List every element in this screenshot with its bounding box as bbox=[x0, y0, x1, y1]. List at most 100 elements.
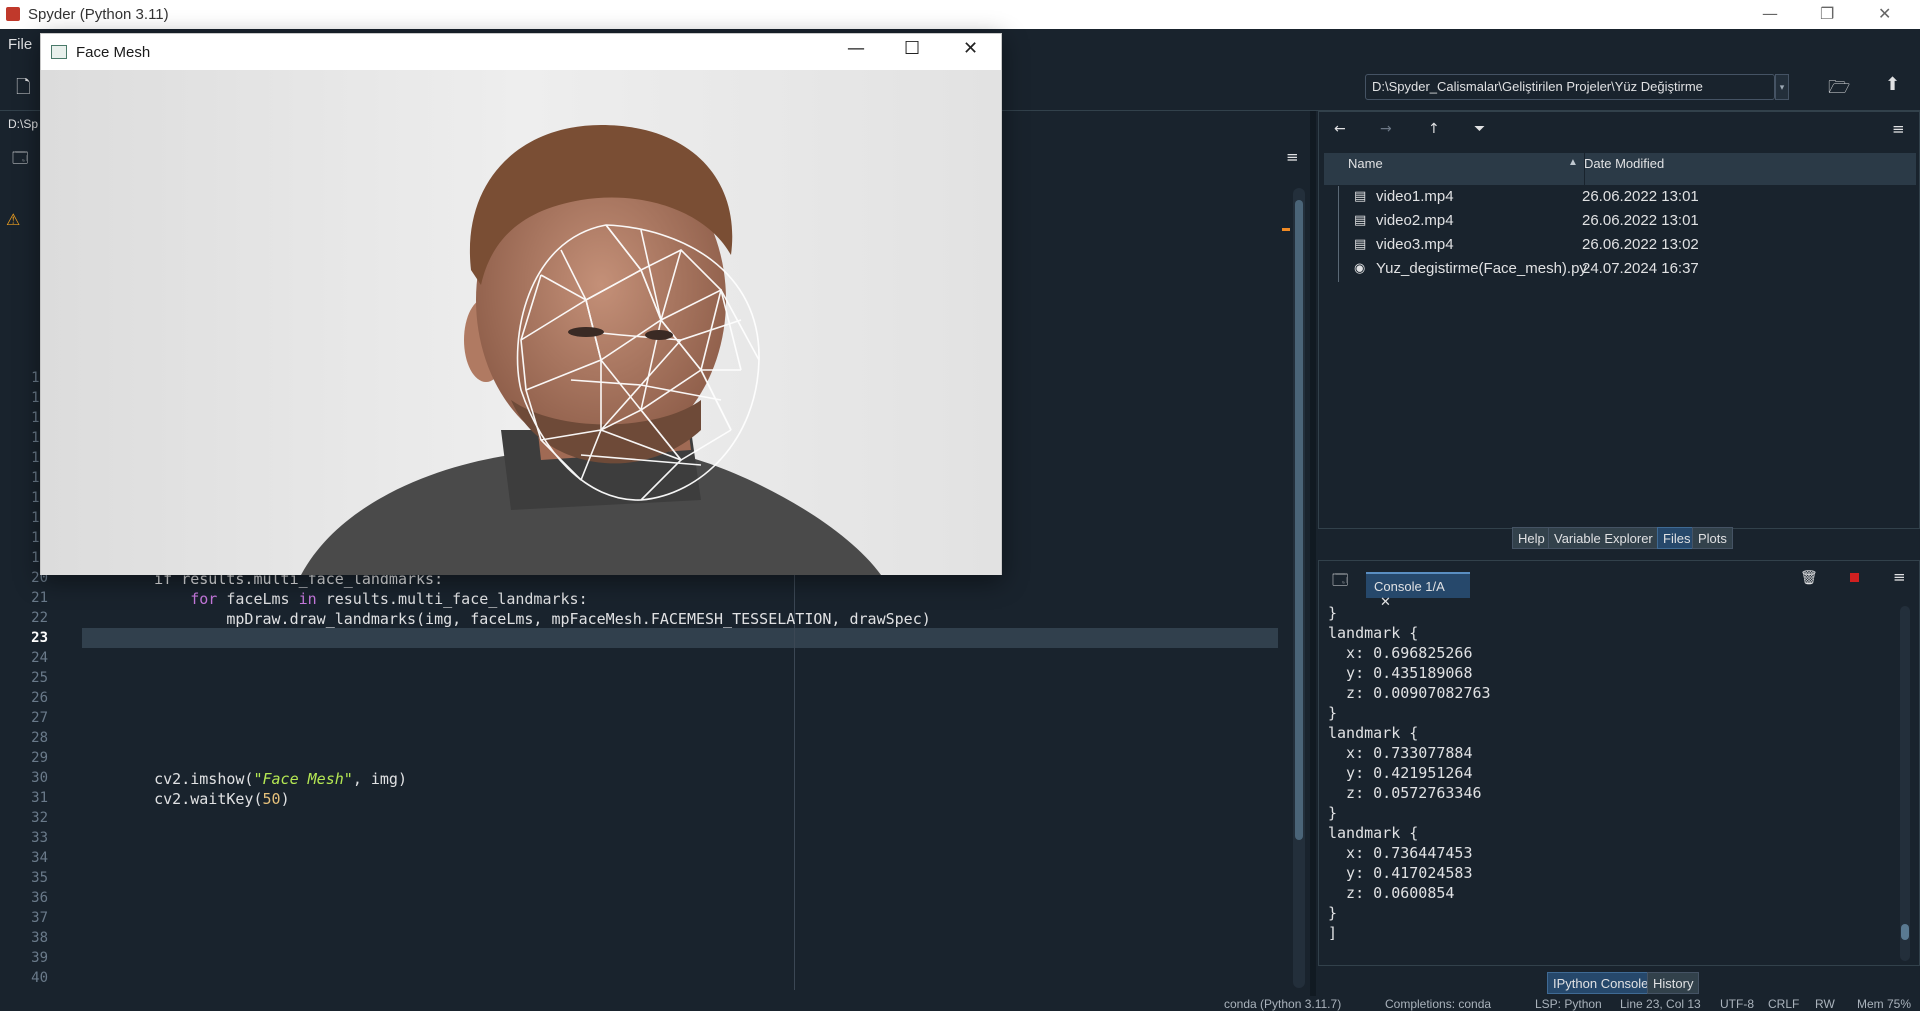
code-line-21[interactable]: for faceLms in results.multi_face_landma… bbox=[118, 590, 588, 608]
status-encoding: UTF-8 bbox=[1720, 997, 1754, 1011]
stop-kernel-icon[interactable] bbox=[1850, 573, 1859, 582]
status-position: Line 23, Col 13 bbox=[1620, 997, 1701, 1011]
tree-branch bbox=[1338, 234, 1348, 258]
status-env: conda (Python 3.11.7) bbox=[1224, 997, 1342, 1011]
browse-tabs-icon[interactable]: 🗔 bbox=[12, 148, 28, 173]
face-mesh-titlebar[interactable]: Face Mesh — ☐ ✕ bbox=[41, 34, 1001, 70]
new-file-icon[interactable]: 🗋 bbox=[16, 75, 30, 105]
browse-tabs-icon[interactable]: 🗔 bbox=[1332, 570, 1348, 595]
code-line-31[interactable]: cv2.waitKey(50) bbox=[118, 790, 289, 808]
editor-path: D:\Sp bbox=[8, 117, 39, 131]
sort-ascending-icon[interactable]: ▲ bbox=[1568, 157, 1578, 168]
menu-file[interactable]: File bbox=[8, 36, 32, 53]
restore-icon[interactable]: ❐ bbox=[1820, 4, 1834, 23]
back-arrow-icon[interactable]: ← bbox=[1334, 121, 1346, 137]
working-directory-input[interactable]: D:\Spyder_Calismalar\Geliştirilen Projel… bbox=[1365, 74, 1775, 100]
file-icon: ▤ bbox=[1354, 213, 1367, 228]
file-name: video1.mp4 bbox=[1376, 188, 1454, 205]
console-output[interactable]: } landmark { x: 0.696825266 y: 0.4351890… bbox=[1328, 603, 1491, 943]
code-text: faceLms bbox=[217, 590, 299, 608]
file-date: 26.06.2022 13:02 bbox=[1582, 236, 1699, 253]
left-eye bbox=[568, 327, 604, 337]
file-date: 26.06.2022 13:01 bbox=[1582, 212, 1699, 229]
tab-files[interactable]: Files bbox=[1657, 527, 1697, 549]
code-line-22[interactable]: mpDraw.draw_landmarks(img, faceLms, mpFa… bbox=[118, 610, 930, 628]
file-date: 24.07.2024 16:37 bbox=[1582, 260, 1699, 277]
tree-branch bbox=[1338, 210, 1348, 234]
trash-icon[interactable]: 🗑 bbox=[1800, 570, 1818, 586]
code-text: cv2.imshow( bbox=[118, 770, 254, 788]
console-scrollbar-thumb[interactable] bbox=[1901, 924, 1909, 940]
line-number: 39 bbox=[31, 950, 48, 966]
tab-plots[interactable]: Plots bbox=[1692, 527, 1733, 549]
close-icon[interactable]: ✕ bbox=[1878, 4, 1891, 23]
tab-help[interactable]: Help bbox=[1512, 527, 1551, 549]
line-number: 34 bbox=[31, 850, 48, 866]
column-name[interactable]: Name bbox=[1348, 156, 1383, 171]
app-titlebar: Spyder (Python 3.11) — ❐ ✕ bbox=[0, 0, 1920, 29]
console-scrollbar[interactable] bbox=[1900, 606, 1910, 961]
face-mesh-window[interactable]: Face Mesh — ☐ ✕ bbox=[40, 33, 1002, 575]
code-text: , img) bbox=[352, 770, 407, 788]
status-rw: RW bbox=[1815, 997, 1835, 1011]
tree-branch bbox=[1338, 186, 1348, 210]
face-mesh-title: Face Mesh bbox=[76, 44, 151, 61]
close-icon[interactable]: ✕ bbox=[963, 38, 978, 59]
app-title: Spyder (Python 3.11) bbox=[28, 6, 169, 23]
chevron-down-icon[interactable]: ▾ bbox=[1775, 74, 1789, 100]
pane-splitter[interactable] bbox=[1310, 111, 1316, 1001]
file-icon: ▤ bbox=[1354, 237, 1367, 252]
folder-open-icon[interactable]: 🗁 bbox=[1828, 75, 1850, 105]
line-number: 27 bbox=[31, 710, 48, 726]
tab-variable-explorer[interactable]: Variable Explorer bbox=[1548, 527, 1659, 549]
editor-scrollbar-thumb[interactable] bbox=[1295, 200, 1303, 840]
number-literal: 50 bbox=[262, 790, 281, 808]
options-menu-icon[interactable]: ≡ bbox=[1893, 568, 1906, 586]
keyword-for: for bbox=[190, 590, 218, 608]
line-number: 28 bbox=[31, 730, 48, 746]
line-number: 32 bbox=[31, 810, 48, 826]
line-number: 37 bbox=[31, 910, 48, 926]
minimize-icon[interactable]: — bbox=[847, 38, 865, 59]
tab-history[interactable]: History bbox=[1647, 972, 1700, 994]
file-row[interactable]: ▤ video1.mp4 26.06.2022 13:01 bbox=[1330, 186, 1910, 210]
line-number: 23 bbox=[31, 630, 48, 646]
tab-ipython-console[interactable]: IPython Console bbox=[1547, 972, 1655, 994]
file-name: video2.mp4 bbox=[1376, 212, 1454, 229]
line-number: 31 bbox=[31, 790, 48, 806]
status-mem: Mem 75% bbox=[1857, 997, 1912, 1011]
file-name: video3.mp4 bbox=[1376, 236, 1454, 253]
code-line-30[interactable]: cv2.imshow("Face Mesh", img) bbox=[118, 770, 407, 788]
filter-icon[interactable]: ⏷ bbox=[1474, 121, 1485, 137]
line-number: 35 bbox=[31, 870, 48, 886]
file-name: Yuz_degistirme(Face_mesh).py bbox=[1376, 260, 1587, 277]
string-literal: "Face Mesh" bbox=[253, 770, 353, 788]
up-arrow-icon[interactable]: ↑ bbox=[1428, 121, 1440, 137]
code-text: results.multi_face_landmarks: bbox=[316, 590, 588, 608]
column-date-modified[interactable]: Date Modified bbox=[1584, 156, 1664, 171]
status-completions: Completions: conda bbox=[1385, 997, 1492, 1011]
current-line-highlight bbox=[82, 628, 1278, 648]
file-row[interactable]: ▤ video2.mp4 26.06.2022 13:01 bbox=[1330, 210, 1910, 234]
tab-console-1a[interactable]: Console 1/A ✕ bbox=[1366, 572, 1470, 610]
parent-directory-icon[interactable]: ⬆ bbox=[1885, 74, 1900, 95]
options-menu-icon[interactable]: ≡ bbox=[1286, 148, 1299, 166]
python-icon: ◉ bbox=[1354, 261, 1366, 276]
face-mesh-video-frame bbox=[41, 70, 1001, 575]
window-icon bbox=[51, 45, 67, 59]
minimize-icon[interactable]: — bbox=[1762, 4, 1778, 23]
maximize-icon[interactable]: ☐ bbox=[904, 38, 920, 59]
file-row[interactable]: ◉ Yuz_degistirme(Face_mesh).py 24.07.2024 … bbox=[1330, 258, 1910, 282]
warning-icon[interactable]: ⚠ bbox=[6, 210, 20, 229]
file-icon: ▤ bbox=[1354, 189, 1367, 204]
file-row[interactable]: ▤ video3.mp4 26.06.2022 13:02 bbox=[1330, 234, 1910, 258]
status-lsp: LSP: Python bbox=[1535, 997, 1602, 1011]
line-number: 29 bbox=[31, 750, 48, 766]
line-number: 38 bbox=[31, 930, 48, 946]
forward-arrow-icon[interactable]: → bbox=[1380, 121, 1392, 137]
keyword-in: in bbox=[298, 590, 317, 608]
tree-branch bbox=[1338, 258, 1348, 282]
options-menu-icon[interactable]: ≡ bbox=[1892, 120, 1905, 138]
line-number: 22 bbox=[31, 610, 48, 626]
